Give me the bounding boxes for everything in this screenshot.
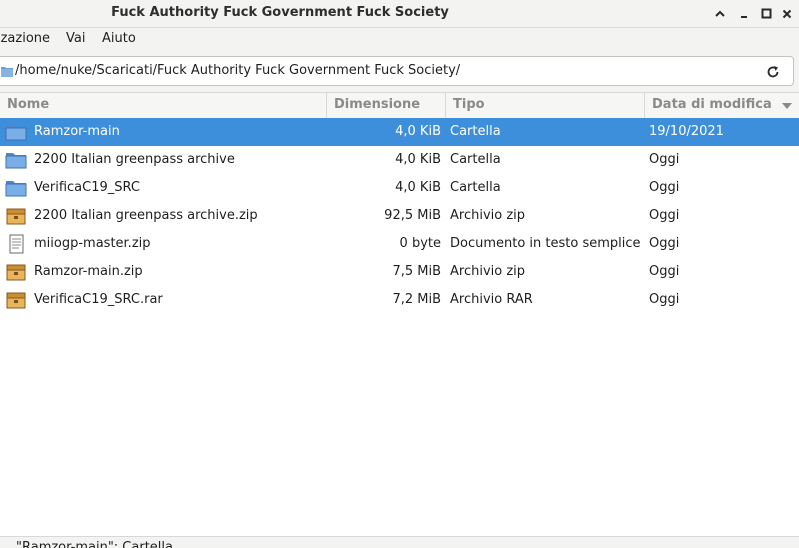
reload-icon <box>767 66 779 78</box>
file-size: 7,5 MiB <box>392 264 441 279</box>
menu-visualizzazione[interactable]: izazione <box>0 28 50 50</box>
file-name: Ramzor-main.zip <box>34 264 143 279</box>
status-bar: "Ramzor-main": Cartella <box>0 536 799 548</box>
archive-icon <box>5 290 27 310</box>
file-name: VerificaC19_SRC.rar <box>34 292 163 307</box>
sort-descending-icon <box>782 103 792 109</box>
archive-icon <box>5 262 27 282</box>
close-button[interactable] <box>778 5 796 22</box>
column-header-type[interactable]: Tipo <box>446 93 645 118</box>
folder-icon <box>5 122 27 142</box>
minimize-button[interactable] <box>735 5 753 22</box>
file-type: Cartella <box>450 180 501 195</box>
location-bar: /home/nuke/Scaricati/Fuck Authority Fuck… <box>0 50 799 93</box>
file-size: 4,0 KiB <box>395 180 441 195</box>
file-row[interactable]: Ramzor-main.zip 7,5 MiB Archivio zip Oggi <box>0 258 799 286</box>
folder-icon <box>1 67 13 77</box>
file-size: 92,5 MiB <box>384 208 441 223</box>
file-type: Archivio zip <box>450 208 526 223</box>
archive-icon <box>5 206 27 226</box>
title-bar: Fuck Authority Fuck Government Fuck Soci… <box>0 0 799 28</box>
close-icon <box>782 9 792 18</box>
file-row[interactable]: Ramzor-main 4,0 KiB Cartella 19/10/2021 <box>0 118 799 146</box>
menu-vai[interactable]: Vai <box>66 28 85 50</box>
file-date: Oggi <box>649 208 680 223</box>
file-row[interactable]: 2200 Italian greenpass archive 4,0 KiB Car… <box>0 146 799 174</box>
window-title: Fuck Authority Fuck Government Fuck Soci… <box>111 5 449 20</box>
column-header-date[interactable]: Data di modifica <box>645 93 799 118</box>
file-type: Archivio RAR <box>450 292 533 307</box>
reload-button[interactable] <box>764 63 782 81</box>
file-name: miiogp-master.zip <box>34 236 151 251</box>
maximize-icon <box>761 8 771 19</box>
maximize-button[interactable] <box>757 5 775 22</box>
file-date: 19/10/2021 <box>649 124 724 139</box>
column-header-name[interactable]: Nome <box>0 93 327 118</box>
file-date: Oggi <box>649 152 680 167</box>
file-type: Documento in testo semplice <box>450 236 641 251</box>
text-file-icon <box>5 234 27 254</box>
folder-icon <box>5 178 27 198</box>
file-date: Oggi <box>649 292 680 307</box>
shade-button[interactable] <box>711 5 729 22</box>
file-size: 7,2 MiB <box>392 292 441 307</box>
file-size: 4,0 KiB <box>395 152 441 167</box>
file-name: Ramzor-main <box>34 124 120 139</box>
folder-icon <box>5 150 27 170</box>
file-type: Cartella <box>450 152 501 167</box>
file-name: 2200 Italian greenpass archive <box>34 152 235 167</box>
file-type: Archivio zip <box>450 264 526 279</box>
file-row[interactable]: VerificaC19_SRC.rar 7,2 MiB Archivio RAR Og… <box>0 286 799 314</box>
file-name: VerificaC19_SRC <box>34 180 140 195</box>
column-header: Nome Dimensione Tipo Data di modifica <box>0 93 799 119</box>
file-date: Oggi <box>649 236 680 251</box>
location-entry[interactable]: /home/nuke/Scaricati/Fuck Authority Fuck… <box>0 56 794 86</box>
file-list[interactable]: Ramzor-main 4,0 KiB Cartella 19/10/2021 2200… <box>0 118 799 536</box>
column-header-size[interactable]: Dimensione <box>327 93 446 118</box>
file-type: Cartella <box>450 124 501 139</box>
file-size: 4,0 KiB <box>395 124 441 139</box>
file-date: Oggi <box>649 180 680 195</box>
minimize-icon <box>741 15 747 18</box>
file-size: 0 byte <box>399 236 441 251</box>
file-row[interactable]: 2200 Italian greenpass archive.zip 92,5 M… <box>0 202 799 230</box>
menu-aiuto[interactable]: Aiuto <box>102 28 136 50</box>
chevron-up-icon <box>715 10 725 17</box>
file-date: Oggi <box>649 264 680 279</box>
menu-bar: izazione Vai Aiuto <box>0 28 799 50</box>
column-header-date-label: Data di modifica <box>652 97 772 112</box>
location-path: /home/nuke/Scaricati/Fuck Authority Fuck… <box>15 63 461 78</box>
file-row[interactable]: miiogp-master.zip 0 byte Documento in test… <box>0 230 799 258</box>
file-name: 2200 Italian greenpass archive.zip <box>34 208 258 223</box>
file-row[interactable]: VerificaC19_SRC 4,0 KiB Cartella Oggi <box>0 174 799 202</box>
